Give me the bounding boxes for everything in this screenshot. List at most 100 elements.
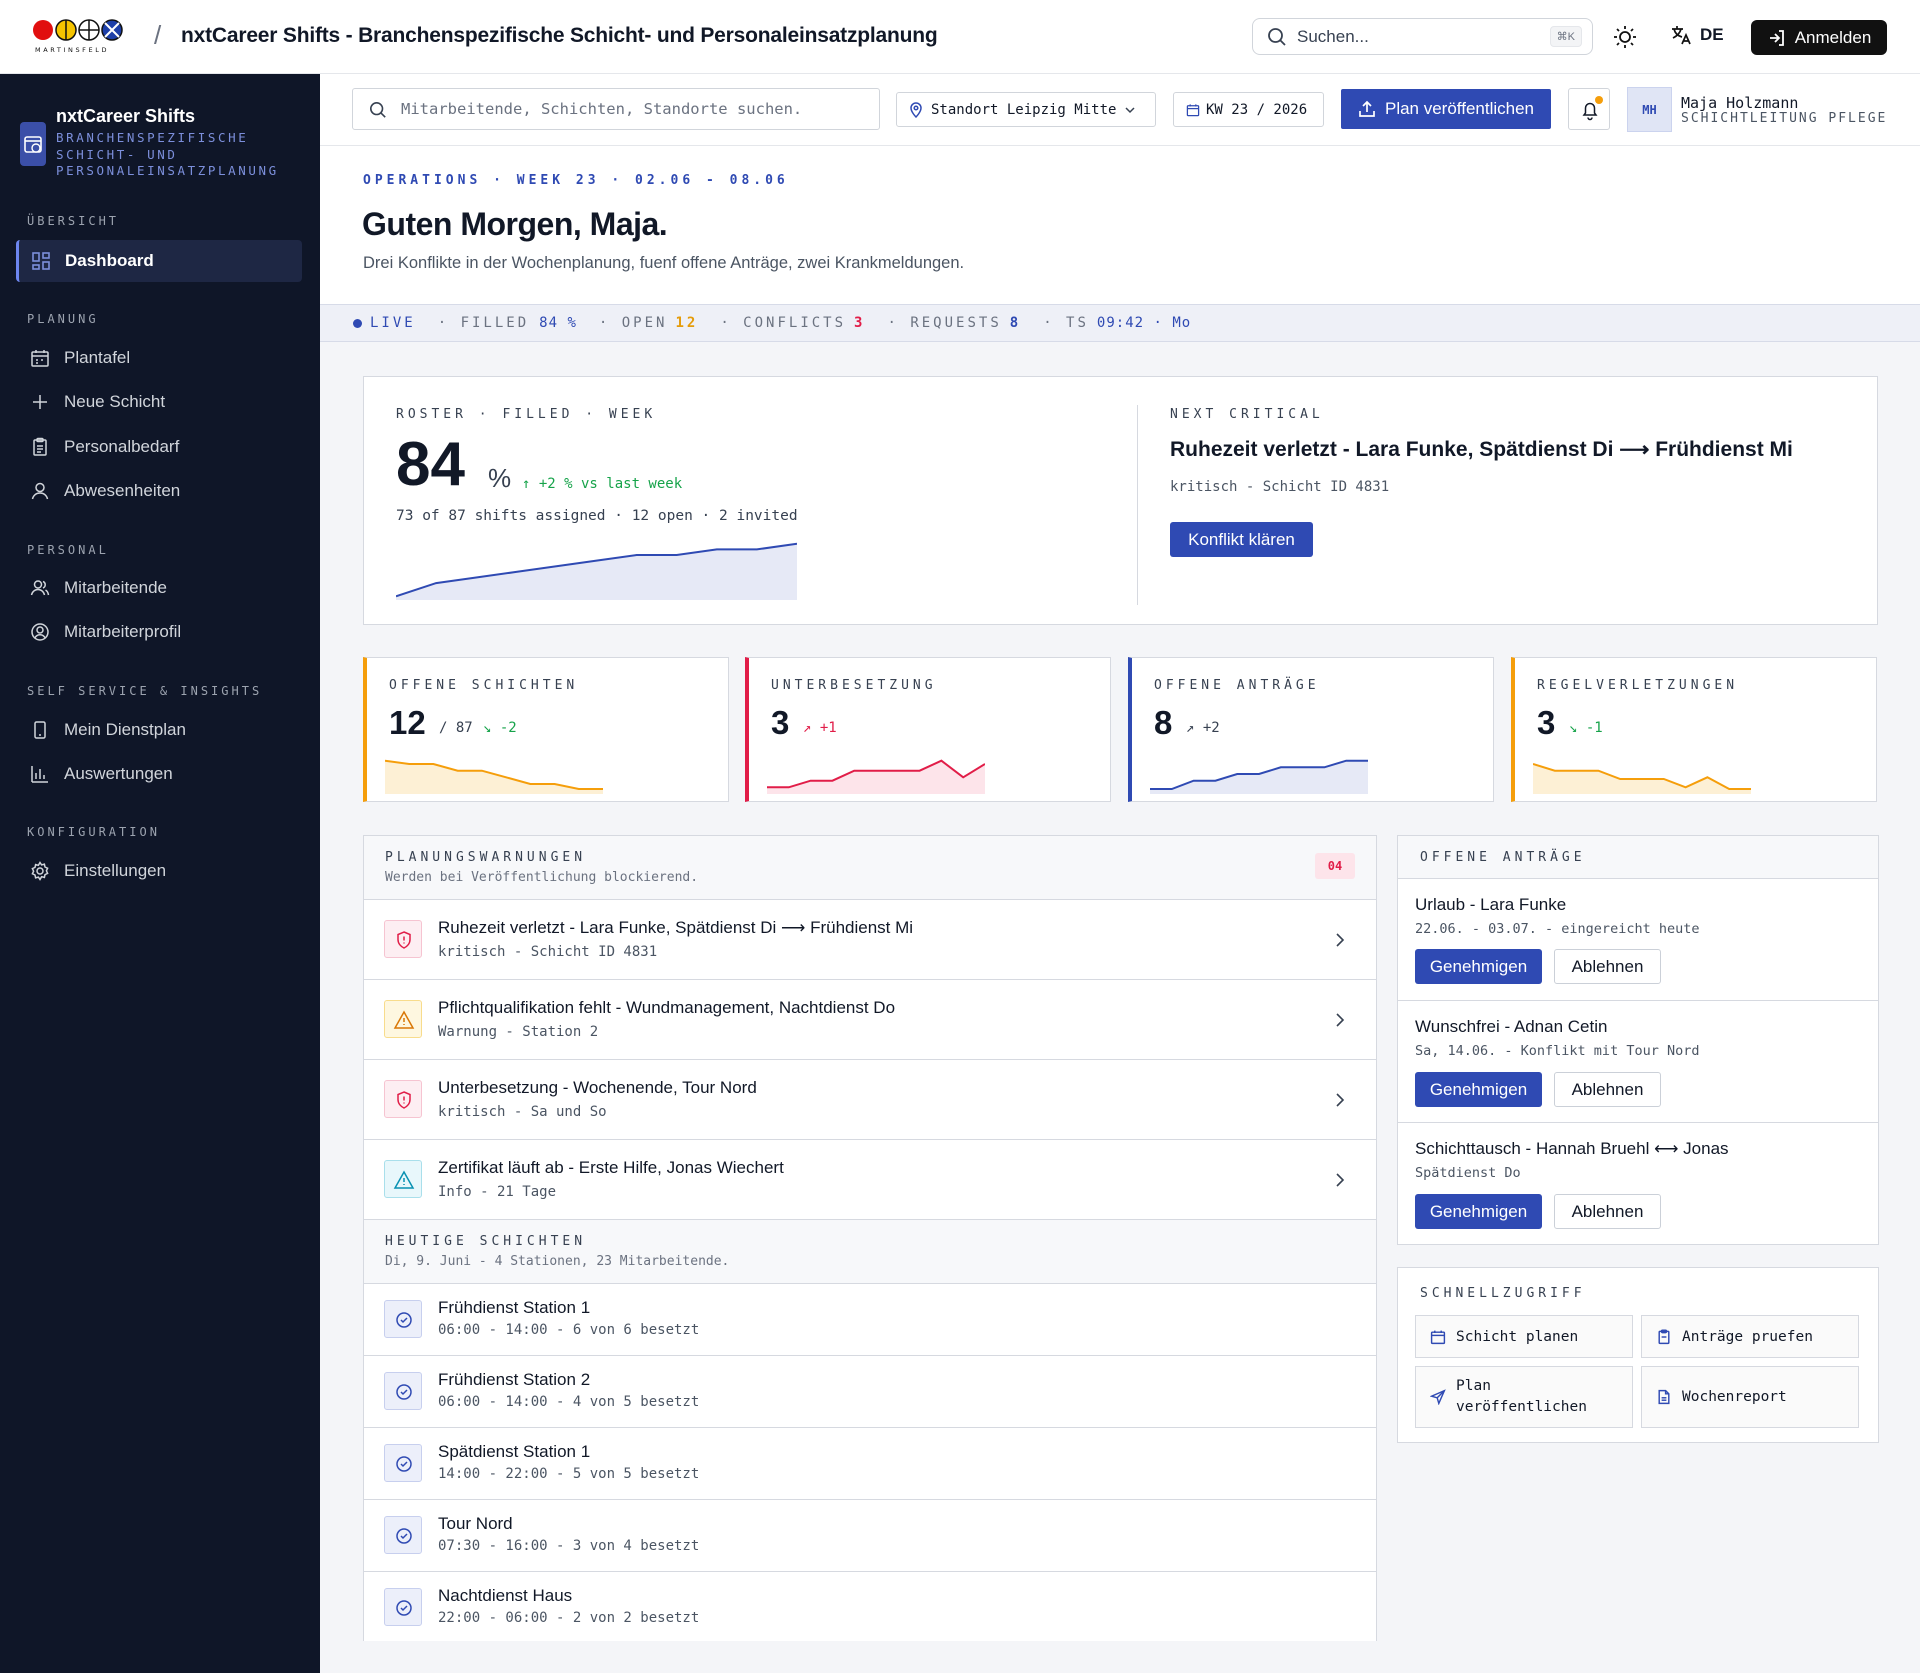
requests-label: · REQUESTS [887,315,1002,331]
sidebar-item-label: Dashboard [65,251,154,270]
kpi-card-rule-violations[interactable]: REGELVERLETZUNGEN 3 ↘ -1 [1511,657,1877,802]
reject-button[interactable]: Ablehnen [1554,949,1661,984]
publish-label: Plan veröffentlichen [1384,99,1534,118]
critical-label: NEXT CRITICAL [1170,407,1324,422]
global-search[interactable]: Suchen... ⌘K [1252,18,1593,55]
warning-title: Unterbesetzung - Wochenende, Tour Nord [438,1078,757,1097]
kpi-label: OFFENE SCHICHTEN [389,678,579,693]
location-select[interactable]: Standort Leipzig Mitte [896,92,1156,127]
main-search-placeholder: Mitarbeitende, Schichten, Standorte such… [401,100,803,118]
quick-weekly-report-button[interactable]: Wochenreport [1641,1366,1859,1428]
quick-plan-shift-button[interactable]: Schicht planen [1415,1315,1633,1358]
request-meta: Sa, 14.06. - Konflikt mit Tour Nord [1415,1043,1700,1059]
critical-title: Ruhezeit verletzt - Lara Funke, Spätdien… [1170,438,1793,461]
sidebar-item-label: Abwesenheiten [64,481,181,500]
approve-button[interactable]: Genehmigen [1415,949,1542,984]
quick-access-panel: SCHNELLZUGRIFF Schicht planen Anträge pr… [1397,1267,1879,1443]
roster-summary-card: ROSTER · FILLED · WEEK 84 % ↑ +2 % vs la… [363,376,1878,625]
reject-button[interactable]: Ablehnen [1554,1194,1661,1229]
resolve-conflict-button[interactable]: Konflikt klären [1170,522,1313,557]
sidebar-item-neue-schicht[interactable]: Neue Schicht [16,381,302,423]
warning-row[interactable]: Pflichtqualifikation fehlt - Wundmanagem… [364,979,1376,1059]
kpi-sparkline [767,759,985,794]
sidebar-item-label: Mitarbeitende [64,578,168,597]
global-search-placeholder: Suchen... [1297,26,1369,46]
shift-row[interactable]: Frühdienst Station 1 06:00 - 14:00 - 6 v… [364,1283,1376,1355]
publish-plan-button[interactable]: Plan veröffentlichen [1341,89,1551,129]
main-search-input[interactable]: Mitarbeitende, Schichten, Standorte such… [352,88,880,130]
check-circle-icon [384,1300,422,1338]
approve-button[interactable]: Genehmigen [1415,1194,1542,1229]
shift-meta: 06:00 - 14:00 - 6 von 6 besetzt [438,1322,700,1338]
week-select[interactable]: KW 23 / 2026 [1173,92,1324,127]
sidebar-item-mitarbeitende[interactable]: Mitarbeitende [16,567,302,609]
warnings-title: PLANUNGSWARNUNGEN [385,850,587,865]
sparkline-area [1150,760,1368,794]
kpi-card-open-shifts[interactable]: OFFENE SCHICHTEN 12 / 87 ↘ -2 [363,657,729,802]
user-name: Maja Holzmann [1681,94,1799,112]
sidebar-item-abwesenheiten[interactable]: Abwesenheiten [16,470,302,512]
sidebar-item-mitarbeiterprofil[interactable]: Mitarbeiterprofil [16,611,302,653]
approve-button[interactable]: Genehmigen [1415,1072,1542,1107]
shift-row[interactable]: Tour Nord 07:30 - 16:00 - 3 von 4 besetz… [364,1499,1376,1571]
top-bar: MARTINSFELD / nxtCareer Shifts - Branche… [0,0,1920,74]
roster-label: ROSTER · FILLED · WEEK [396,407,657,422]
warning-row[interactable]: Unterbesetzung - Wochenende, Tour Nord k… [364,1059,1376,1139]
live-status-bar: LIVE · FILLED 84 % · OPEN 12 · CONFLICTS… [320,304,1920,342]
sidebar-item-mein-dienstplan[interactable]: Mein Dienstplan [16,709,302,751]
kpi-delta: ↘ -2 [483,720,517,736]
warnings-subtitle: Werden bei Veröffentlichung blockierend. [385,870,699,885]
open-label: · OPEN [598,315,668,331]
warning-row[interactable]: Ruhezeit verletzt - Lara Funke, Spätdien… [364,899,1376,979]
sidebar-item-auswertungen[interactable]: Auswertungen [16,753,302,795]
page-subtitle: Drei Konflikte in der Wochenplanung, fue… [363,254,965,272]
martinsfeld-logo[interactable]: MARTINSFELD [32,18,138,58]
chevron-right-icon [1336,1093,1345,1107]
request-title: Schichttausch - Hannah Bruehl ⟷ Jonas [1415,1139,1729,1158]
shift-title: Tour Nord [438,1514,513,1533]
sidebar-item-dashboard[interactable]: Dashboard [16,240,302,282]
shift-row[interactable]: Spätdienst Station 1 14:00 - 22:00 - 5 v… [364,1427,1376,1499]
sidebar-item-label: Personalbedarf [64,437,180,456]
sidebar-item-label: Auswertungen [64,764,173,783]
sidebar-item-personalbedarf[interactable]: Personalbedarf [16,426,302,468]
user-icon [31,482,49,500]
calendar-icon [1430,1330,1446,1344]
shift-title: Nachtdienst Haus [438,1586,573,1605]
sidebar-section-config: KONFIGURATION [27,825,160,839]
shift-meta: 07:30 - 16:00 - 3 von 4 besetzt [438,1538,700,1554]
warning-row[interactable]: Zertifikat läuft ab - Erste Hilfe, Jonas… [364,1139,1376,1219]
language-switch[interactable]: DE [1670,24,1724,46]
roster-trend-chart [396,542,797,600]
translate-icon [1672,26,1691,45]
shift-row[interactable]: Nachtdienst Haus 22:00 - 06:00 - 2 von 2… [364,1571,1376,1641]
kpi-value: 3 [1537,704,1556,741]
user-role: SCHICHTLEITUNG PFLEGE [1681,111,1888,126]
chevron-right-icon [1336,933,1345,947]
sidebar-item-plantafel[interactable]: Plantafel [16,337,302,379]
warning-title: Zertifikat läuft ab - Erste Hilfe, Jonas… [438,1158,784,1177]
calendar-icon [31,350,49,367]
quick-review-requests-button[interactable]: Anträge pruefen [1641,1315,1859,1358]
sidebar-item-label: Mein Dienstplan [64,720,186,739]
send-icon [1430,1389,1446,1405]
open-value: 12 [675,315,699,331]
app-title: nxtCareer Shifts - Branchenspezifische S… [181,24,938,47]
map-pin-icon [910,101,922,118]
avatar[interactable]: MH [1627,87,1672,132]
shift-row[interactable]: Frühdienst Station 2 06:00 - 14:00 - 4 v… [364,1355,1376,1427]
notifications-button[interactable] [1568,88,1610,130]
kpi-card-understaffing[interactable]: UNTERBESETZUNG 3 ↗ +1 [745,657,1111,802]
theme-toggle-button[interactable] [1612,24,1638,50]
quick-publish-plan-button[interactable]: Plan veröffentlichen [1415,1366,1633,1428]
brand-name: nxtCareer Shifts [56,106,196,126]
location-value: Standort Leipzig Mitte [931,101,1117,118]
page-header-bar: Mitarbeitende, Schichten, Standorte such… [320,74,1920,146]
breadcrumb: OPERATIONS · WEEK 23 · 02.06 - 08.06 [363,173,789,188]
kpi-card-open-requests[interactable]: OFFENE ANTRÄGE 8 ↗ +2 [1128,657,1494,802]
warning-meta: kritisch - Schicht ID 4831 [438,944,658,960]
filled-label: · FILLED [437,315,530,331]
reject-button[interactable]: Ablehnen [1554,1072,1661,1107]
login-button[interactable]: Anmelden [1751,20,1887,55]
sidebar-item-einstellungen[interactable]: Einstellungen [16,850,302,892]
